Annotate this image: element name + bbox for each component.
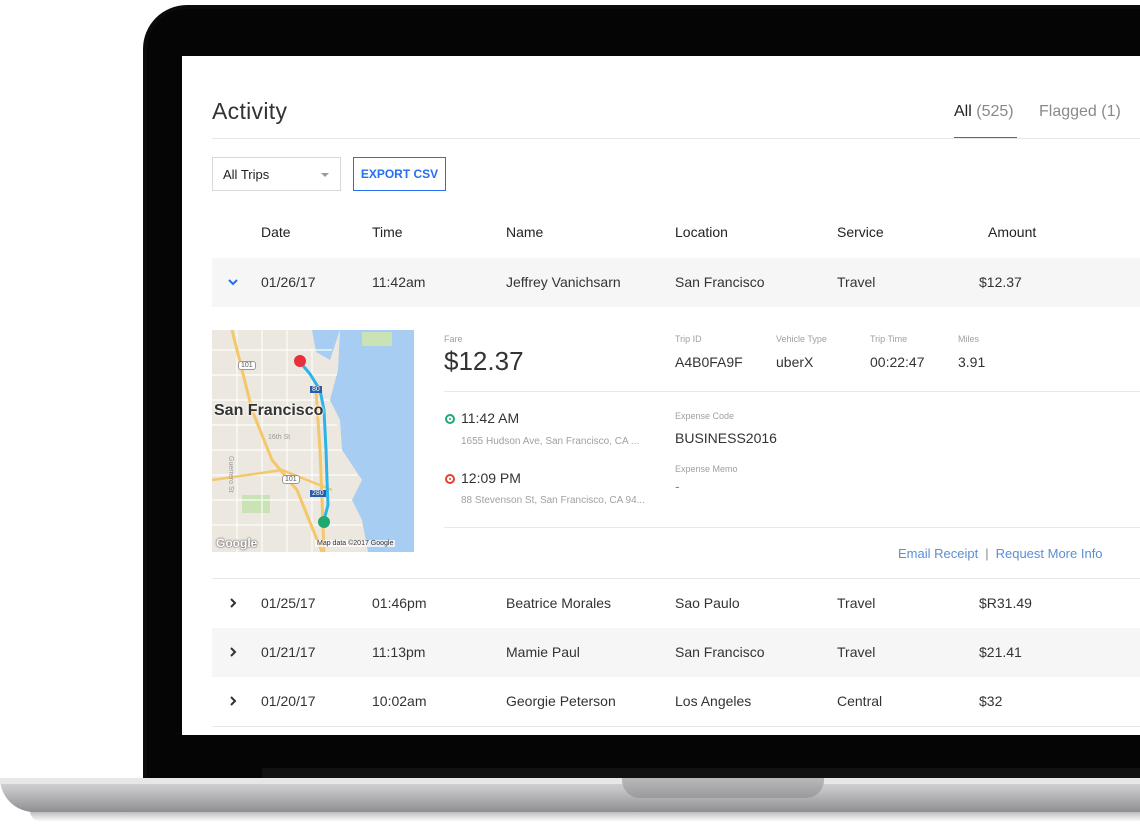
row-amount: $12.37 (979, 274, 1022, 290)
laptop-hinge-notch (622, 778, 824, 798)
email-receipt-link[interactable]: Email Receipt (898, 546, 978, 561)
table-row[interactable]: 01/20/17 10:02am Georgie Peterson Los An… (212, 677, 1140, 726)
hwy-80-shield: 80 (310, 386, 322, 393)
tab-flagged-label: Flagged (1039, 103, 1097, 120)
dropdown-caret-icon (321, 173, 329, 177)
fare-label: Fare (444, 334, 463, 344)
row-amount: $R31.49 (979, 595, 1032, 611)
row-name: Georgie Peterson (506, 693, 616, 709)
row-date: 01/21/17 (261, 644, 316, 660)
trip-filter-value: All Trips (223, 167, 270, 182)
expense-memo-value: - (675, 478, 680, 494)
laptop-chin (262, 768, 1140, 778)
row-service: Travel (837, 595, 876, 611)
row-amount: $21.41 (979, 644, 1022, 660)
row-time: 10:02am (372, 693, 427, 709)
pickup-time: 11:42 AM (461, 410, 520, 426)
chevron-right-icon[interactable] (226, 694, 240, 708)
vehicle-type-label: Vehicle Type (776, 334, 827, 344)
chevron-right-icon[interactable] (226, 596, 240, 610)
row-location: San Francisco (675, 274, 765, 290)
hwy-101-shield-south: 101 (282, 475, 300, 484)
chevron-down-icon[interactable] (226, 275, 240, 289)
trip-map[interactable]: San Francisco 16th St Guerrero St 101 80… (212, 330, 414, 552)
tab-all-count: (525) (976, 103, 1014, 120)
row-date: 01/20/17 (261, 693, 316, 709)
detail-divider (444, 391, 1140, 392)
row-time: 11:42am (372, 274, 426, 290)
row-service: Travel (837, 644, 876, 660)
row-name: Beatrice Morales (506, 595, 612, 611)
detail-actions: Email Receipt | Request More Info (898, 546, 1103, 561)
trip-id-value: A4B0FA9F (675, 354, 743, 370)
page-title: Activity (212, 98, 288, 124)
row-time: 11:13pm (372, 644, 426, 660)
expense-code-value: BUSINESS2016 (675, 430, 777, 446)
dropoff-marker-icon (445, 474, 455, 484)
expense-code-label: Expense Code (675, 411, 735, 421)
expense-memo-label: Expense Memo (675, 464, 738, 474)
tab-all-label: All (954, 103, 972, 120)
map-street-label: 16th St (268, 434, 291, 441)
link-separator: | (985, 546, 989, 561)
row-date: 01/25/17 (261, 595, 316, 611)
row-name: Jeffrey Vanichsarn (506, 274, 621, 290)
column-header-time[interactable]: Time (372, 224, 403, 240)
trip-time-value: 00:22:47 (870, 354, 925, 370)
map-attribution: Map data ©2017 Google (315, 540, 396, 547)
column-header-service[interactable]: Service (837, 224, 884, 240)
table-row[interactable]: 01/25/17 01:46pm Beatrice Morales Sao Pa… (212, 579, 1140, 628)
map-city-label: San Francisco (214, 402, 324, 419)
tab-flagged[interactable]: Flagged (1) (1039, 103, 1121, 121)
map-street-label-2: Guerrero St (227, 456, 234, 493)
table-row[interactable]: 01/26/17 11:42am Jeffrey Vanichsarn San … (212, 258, 1140, 307)
row-service: Central (837, 693, 883, 709)
laptop-base-lip (0, 778, 1140, 784)
dropoff-address: 88 Stevenson St, San Francisco, CA 94... (461, 495, 645, 506)
row-divider (212, 726, 1140, 727)
dropoff-time: 12:09 PM (461, 470, 521, 486)
row-time: 01:46pm (372, 595, 427, 611)
column-header-location[interactable]: Location (675, 224, 728, 240)
trip-filter-dropdown[interactable]: All Trips (212, 157, 341, 191)
column-header-name[interactable]: Name (506, 224, 543, 240)
miles-value: 3.91 (958, 354, 986, 370)
pickup-marker-icon (445, 414, 455, 424)
row-location: Los Angeles (675, 693, 752, 709)
column-header-amount[interactable]: Amount (988, 224, 1036, 240)
fare-amount: $12.37 (444, 346, 524, 376)
column-header-date[interactable]: Date (261, 224, 291, 240)
row-location: San Francisco (675, 644, 765, 660)
request-more-info-link[interactable]: Request More Info (996, 546, 1103, 561)
header-divider (212, 138, 1140, 139)
detail-actions-divider (444, 527, 1140, 528)
vehicle-type-value: uberX (776, 354, 814, 370)
table-row[interactable]: 01/21/17 11:13pm Mamie Paul San Francisc… (212, 628, 1140, 677)
miles-label: Miles (958, 334, 980, 344)
export-csv-button[interactable]: EXPORT CSV (353, 157, 446, 191)
hwy-280-shield: 280 (310, 490, 326, 497)
row-location: Sao Paulo (675, 595, 740, 611)
hwy-101-shield: 101 (238, 361, 256, 370)
app-screen: Activity All (525) Flagged (1) All Trips… (182, 56, 1140, 735)
row-service: Travel (837, 274, 876, 290)
row-amount: $32 (979, 693, 1003, 709)
pickup-address: 1655 Hudson Ave, San Francisco, CA ... (461, 436, 640, 447)
tab-all[interactable]: All (525) (954, 103, 1014, 121)
google-logo: Google (216, 536, 258, 550)
laptop-base-shadow (30, 811, 1140, 821)
row-date: 01/26/17 (261, 274, 316, 290)
chevron-right-icon[interactable] (226, 645, 240, 659)
row-name: Mamie Paul (506, 644, 580, 660)
tab-flagged-count: (1) (1101, 103, 1121, 120)
trip-time-label: Trip Time (870, 334, 908, 344)
trip-id-label: Trip ID (675, 334, 702, 344)
